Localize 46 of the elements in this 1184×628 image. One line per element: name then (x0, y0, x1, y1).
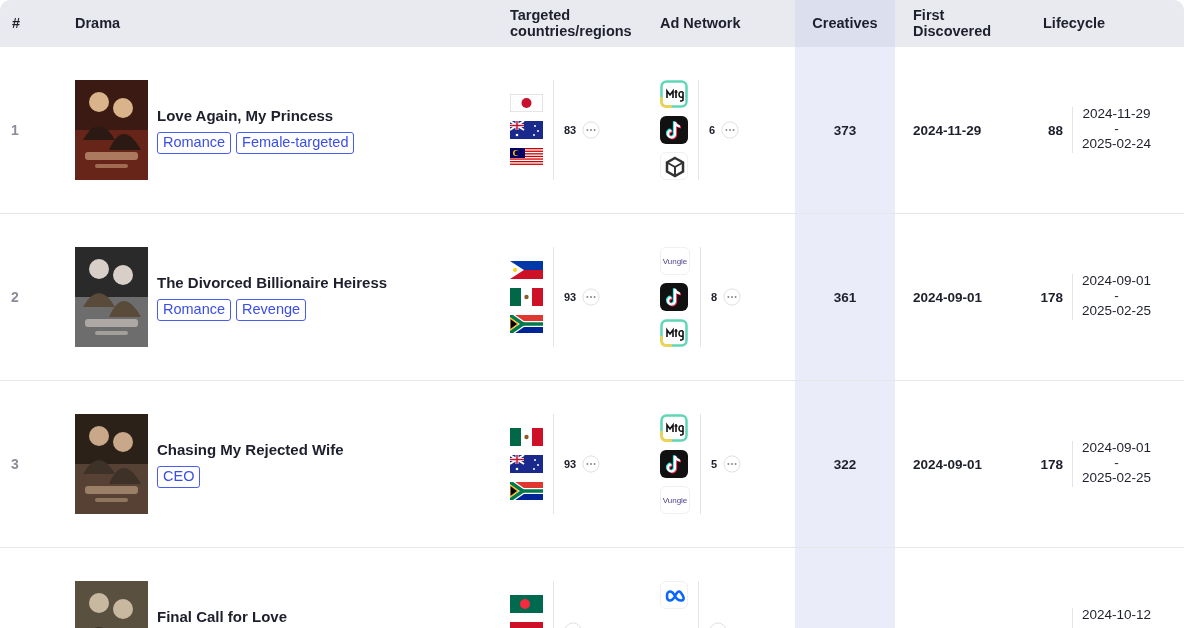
end-date: 2025-02-25 (1082, 303, 1152, 319)
start-date: 2024-09-01 (1082, 441, 1152, 456)
first-discovered-date: 2024-11-29 (913, 122, 982, 138)
country-count: 93 (564, 458, 577, 470)
creatives-count-cell: 361 (795, 214, 895, 380)
row-number: 2 (11, 289, 19, 305)
genre-tag[interactable]: CEO (157, 465, 201, 488)
first-discovered-date: 2024-09-01 (913, 456, 983, 472)
drama-title[interactable]: Final Call for Love (157, 607, 288, 625)
start-date: 2024-10-12 (1082, 608, 1152, 623)
genre-tag[interactable]: Female-targeted (236, 131, 355, 154)
date-separator: - (1114, 455, 1119, 471)
network-count: 6 (709, 124, 716, 136)
drama-title[interactable]: Love Again, My Princess (157, 106, 355, 124)
network-count: 8 (711, 291, 718, 303)
row-number: 3 (11, 456, 19, 472)
genre-tag[interactable]: Revenge (236, 298, 307, 321)
date-separator: - (1114, 288, 1119, 304)
end-date: 2025-02-24 (1082, 136, 1152, 152)
country-count: 83 (564, 124, 577, 136)
column-header: Drama (74, 13, 122, 33)
column-header: First Discovered (912, 6, 993, 41)
start-date: 2024-11-29 (1082, 107, 1151, 122)
column-header: Creatives (795, 0, 895, 47)
column-header: Targeted countries/regions (509, 6, 633, 41)
column-header: Lifecycle (1042, 13, 1107, 33)
network-count: 5 (711, 458, 718, 470)
network-logo-icon: Vungle (660, 486, 690, 514)
end-date: 2025-02-25 (1082, 470, 1152, 486)
drama-title[interactable]: The Divorced Billionaire Heiress (157, 273, 388, 291)
date-separator: - (1114, 121, 1119, 137)
genre-tag[interactable]: Romance (157, 131, 232, 154)
lifecycle-days: 178 (1039, 289, 1063, 305)
column-header: # (11, 13, 22, 33)
creatives-count-cell: 322 (795, 381, 895, 547)
network-logo-icon: Vungle (660, 247, 690, 275)
row-number: 1 (11, 122, 19, 138)
first-discovered-date: 2024-09-01 (913, 289, 983, 305)
drama-title[interactable]: Chasing My Rejected Wife (157, 440, 344, 458)
country-count: 93 (564, 291, 577, 303)
lifecycle-days: 178 (1039, 456, 1063, 472)
column-header: Ad Network (659, 13, 742, 33)
lifecycle-days: 88 (1039, 122, 1063, 138)
creatives-count-cell: 373 (795, 47, 895, 213)
genre-tag[interactable]: Romance (157, 298, 232, 321)
start-date: 2024-09-01 (1082, 274, 1152, 289)
